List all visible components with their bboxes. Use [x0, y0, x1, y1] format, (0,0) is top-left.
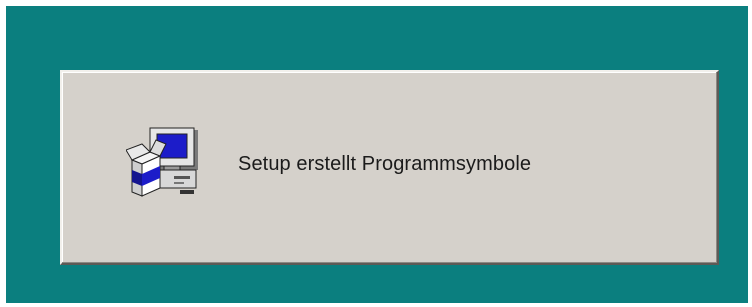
desktop-background: Setup erstellt Programmsymbole [6, 6, 748, 303]
setup-status-message: Setup erstellt Programmsymbole [238, 153, 532, 175]
setup-computer-icon [125, 126, 214, 206]
setup-status-panel: Setup erstellt Programmsymbole [60, 70, 719, 265]
